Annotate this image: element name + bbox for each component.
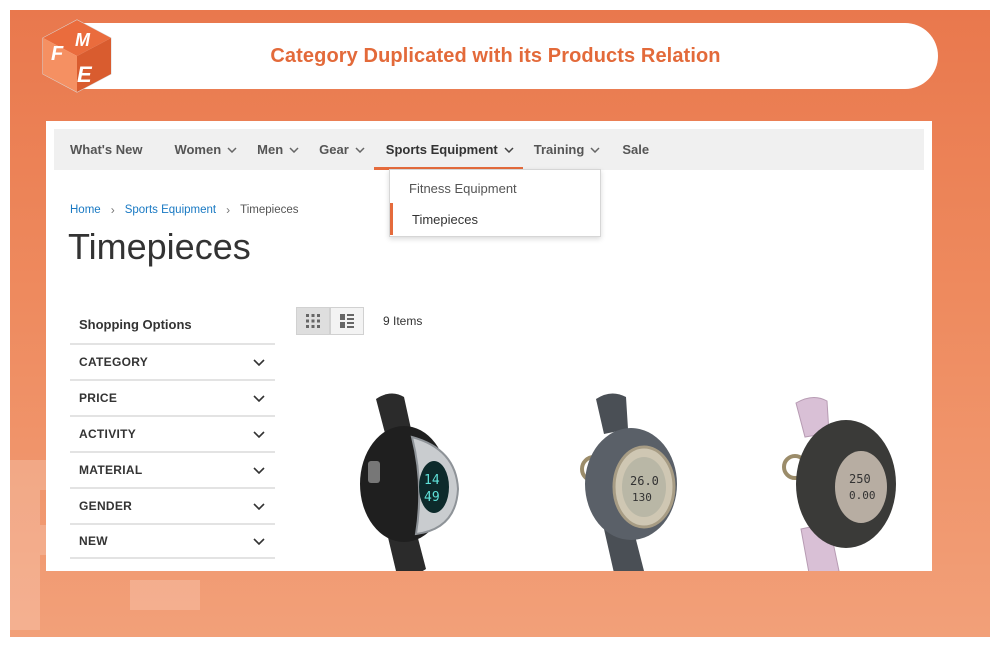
nav-item-label: Sports Equipment xyxy=(385,142,498,157)
chevron-down-icon xyxy=(253,391,265,405)
nav-item-label: Men xyxy=(257,142,284,157)
filter-label: NEW xyxy=(79,534,108,548)
filter-label: PRICE xyxy=(79,391,118,405)
nav-item-label: What's New xyxy=(70,142,143,157)
filter-label: GENDER xyxy=(79,499,133,513)
chevron-down-icon xyxy=(253,355,265,369)
dropdown-item-timepieces[interactable]: Timepieces xyxy=(390,203,600,235)
chevron-down-icon xyxy=(504,146,514,153)
nav-item-sports-equipment[interactable]: Sports Equipment xyxy=(373,129,523,170)
sports-equipment-dropdown: Fitness Equipment Timepieces xyxy=(389,169,601,237)
dropdown-item-label: Fitness Equipment xyxy=(409,180,517,196)
chevron-down-icon xyxy=(355,146,365,153)
breadcrumb-parent-link[interactable]: Sports Equipment xyxy=(125,204,216,216)
chevron-down-icon xyxy=(253,427,265,441)
nav-item-gear[interactable]: Gear xyxy=(308,129,374,170)
grid-icon xyxy=(306,314,320,328)
svg-text:49: 49 xyxy=(424,490,440,505)
shopping-options-heading: Shopping Options xyxy=(79,317,192,332)
filter-sidebar: Shopping Options CATEGORY PRICE ACTIVITY… xyxy=(70,307,275,559)
filter-activity[interactable]: ACTIVITY xyxy=(70,415,275,451)
main-nav: What's New Women Men Gear Sports Equipme… xyxy=(54,129,924,170)
chevron-down-icon xyxy=(590,146,600,153)
filter-label: MATERIAL xyxy=(79,463,143,477)
logo-letter-m: M xyxy=(75,30,91,50)
products-toolbar: 9 Items xyxy=(296,307,422,335)
fme-logo-icon: F M E xyxy=(42,19,112,93)
nav-item-sale[interactable]: Sale xyxy=(609,129,658,170)
chevron-down-icon xyxy=(253,534,265,548)
svg-text:130: 130 xyxy=(632,491,652,504)
store-panel: What's New Women Men Gear Sports Equipme… xyxy=(46,121,932,571)
filter-material[interactable]: MATERIAL xyxy=(70,451,275,487)
filter-price[interactable]: PRICE xyxy=(70,379,275,415)
nav-item-whats-new[interactable]: What's New xyxy=(54,129,151,170)
filter-category[interactable]: CATEGORY xyxy=(70,343,275,379)
watch-gray-lcd-icon: 26.0 130 xyxy=(580,393,677,571)
nav-item-label: Training xyxy=(533,142,585,157)
watch-pink-black-lcd-icon: 250 0.00 xyxy=(782,397,896,571)
filter-label: CATEGORY xyxy=(79,355,149,369)
list-icon xyxy=(340,314,354,328)
svg-text:26.0: 26.0 xyxy=(630,474,659,488)
breadcrumb-current: Timepieces xyxy=(240,204,299,216)
product-item[interactable]: 250 0.00 xyxy=(751,389,921,571)
nav-item-label: Sale xyxy=(622,142,650,157)
product-grid: 14 49 26.0 130 250 0.00 xyxy=(296,389,926,571)
chevron-down-icon xyxy=(289,146,299,153)
nav-item-women[interactable]: Women xyxy=(151,129,246,170)
filter-new[interactable]: NEW xyxy=(70,523,275,559)
product-item[interactable]: 14 49 xyxy=(316,389,486,571)
svg-text:250: 250 xyxy=(849,472,871,486)
nav-item-men[interactable]: Men xyxy=(246,129,308,170)
watch-black-silver-digital-icon: 14 49 xyxy=(360,393,460,571)
nav-item-training[interactable]: Training xyxy=(523,129,610,170)
chevron-down-icon xyxy=(253,463,265,477)
nav-item-label: Gear xyxy=(319,142,349,157)
page-title: Timepieces xyxy=(68,226,251,267)
svg-text:14: 14 xyxy=(424,473,440,488)
logo-letter-f: F xyxy=(51,43,64,65)
grid-view-button[interactable] xyxy=(296,307,330,335)
logo-letter-e: E xyxy=(77,62,93,87)
title-banner: Category Duplicated with its Products Re… xyxy=(53,23,938,89)
chevron-right-icon: › xyxy=(110,203,115,217)
banner-title: Category Duplicated with its Products Re… xyxy=(270,44,721,67)
product-item[interactable]: 26.0 130 xyxy=(536,389,706,571)
filter-gender[interactable]: GENDER xyxy=(70,487,275,523)
filter-label: ACTIVITY xyxy=(79,427,137,441)
chevron-right-icon: › xyxy=(226,203,231,217)
breadcrumb: Home › Sports Equipment › Timepieces xyxy=(70,203,298,217)
chevron-down-icon xyxy=(227,146,237,153)
nav-item-label: Women xyxy=(174,142,222,157)
dropdown-item-fitness-equipment[interactable]: Fitness Equipment xyxy=(390,172,600,204)
dropdown-item-label: Timepieces xyxy=(412,211,478,227)
svg-text:0.00: 0.00 xyxy=(849,489,876,502)
chevron-down-icon xyxy=(253,499,265,513)
breadcrumb-home-link[interactable]: Home xyxy=(70,204,101,216)
list-view-button[interactable] xyxy=(330,307,364,335)
items-count: 9 Items xyxy=(383,314,423,328)
